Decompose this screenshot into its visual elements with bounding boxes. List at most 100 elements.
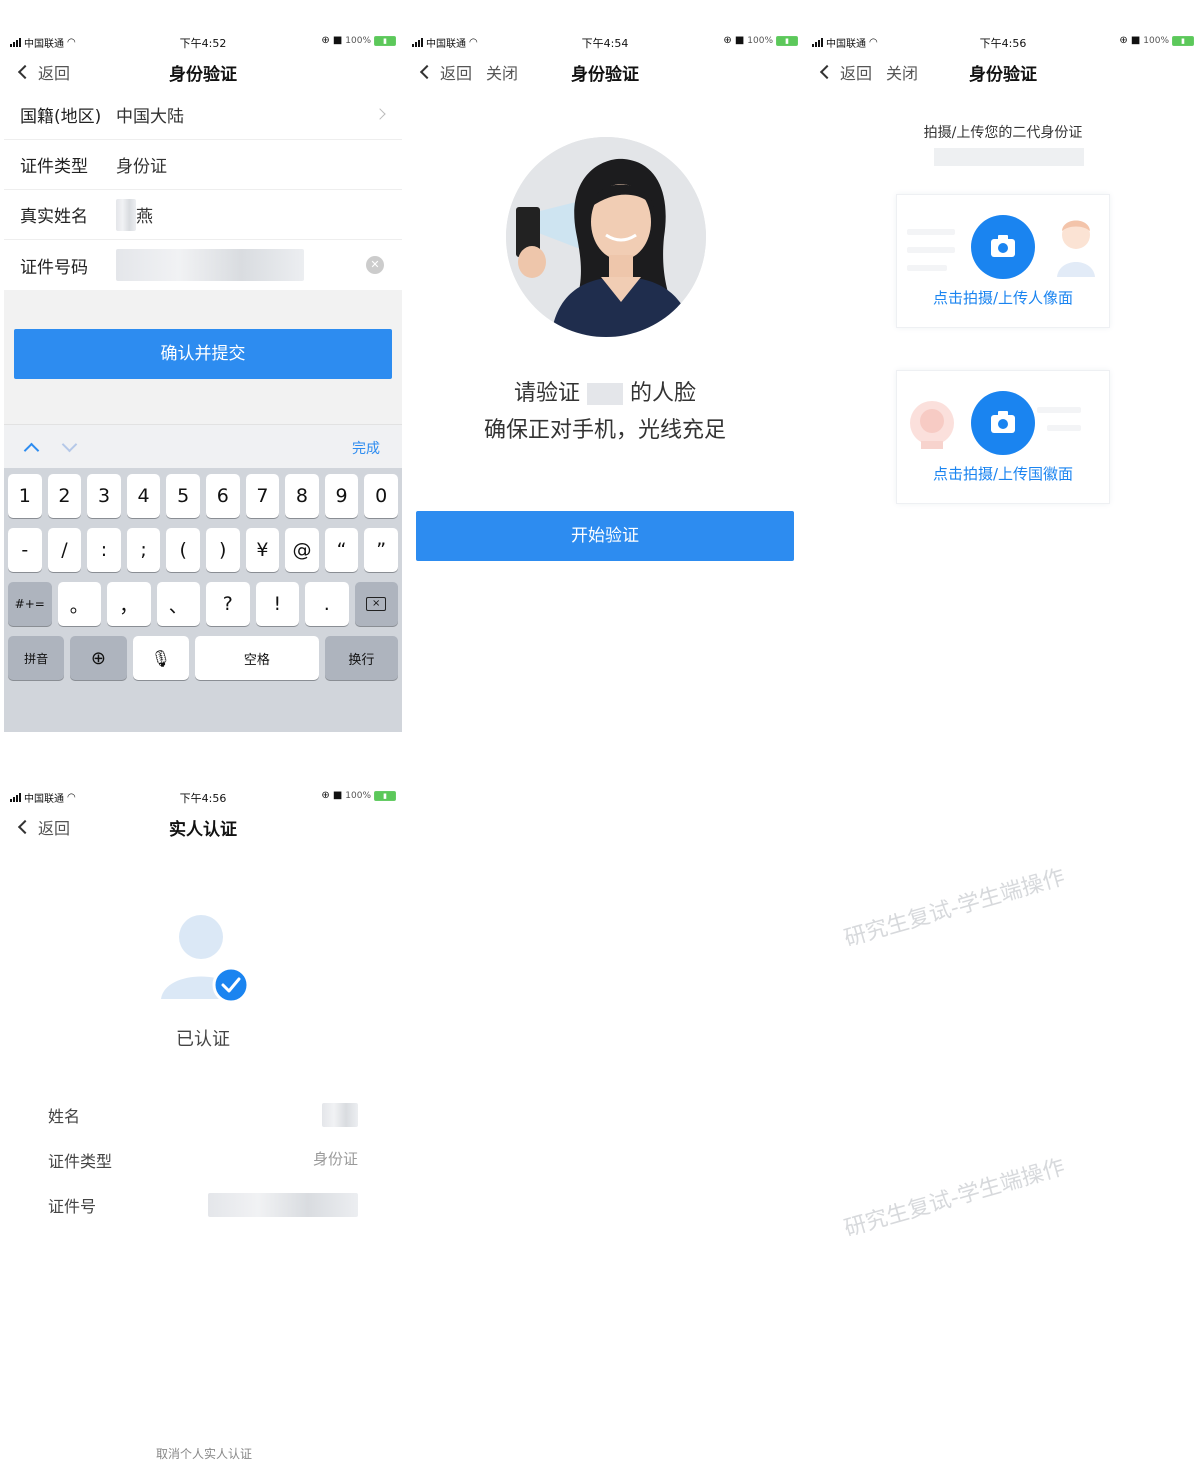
backspace-icon: × xyxy=(366,597,387,611)
lock-rotation-icon: ⊕ xyxy=(723,35,732,46)
status-bar: 中国联通 ◠ 下午4:56 ⊕ ■ 100% ▮ xyxy=(806,30,1200,54)
woman-with-phone-image xyxy=(506,137,706,337)
key-row1-5[interactable]: 6 xyxy=(205,474,240,518)
key-backspace[interactable]: × xyxy=(354,582,398,626)
key-row2-8[interactable]: “ xyxy=(324,528,359,572)
id-type-label: 证件类型 xyxy=(20,157,88,177)
id-number-row[interactable]: 证件号码 ✕ xyxy=(4,240,402,290)
battery-icon: ▮ xyxy=(374,35,396,46)
emblem-camera-button[interactable] xyxy=(971,391,1035,455)
id-number-label: 证件号 xyxy=(48,1197,97,1216)
phone-screen-verified: 中国联通 ◠ 下午4:56 ⊕ ■ 100% ▮ 返回 实人认证 已认证 姓名 证件类型… xyxy=(4,785,402,1465)
status-bar: 中国联通 ◠ 下午4:54 ⊕ ■ 100% ▮ xyxy=(406,30,804,54)
close-button[interactable]: 关闭 xyxy=(486,60,518,84)
lock-rotation-icon: ⊕ xyxy=(1119,35,1128,46)
id-type-value: 身份证 xyxy=(116,157,167,177)
real-name-value: 燕 xyxy=(136,207,153,227)
mic-icon: 🎙 xyxy=(150,648,171,668)
key-row2-0[interactable]: - xyxy=(8,528,42,572)
back-label: 返回 xyxy=(440,64,473,83)
portrait-side-card[interactable]: 点击拍摄/上传人像面 xyxy=(896,194,1110,328)
phone-screen-id-upload: 中国联通 ◠ 下午4:56 ⊕ ■ 100% ▮ 返回 关闭 身份验证 拍摄/上传您的二代… xyxy=(806,30,1200,738)
chevron-right-icon xyxy=(374,108,386,120)
portrait-camera-button[interactable] xyxy=(971,215,1035,279)
key-row3-0[interactable]: #+= xyxy=(8,582,52,626)
real-name-row[interactable]: 真实姓名 燕 xyxy=(4,190,402,240)
nationality-row[interactable]: 国籍(地区) 中国大陆 xyxy=(4,90,402,140)
battery-percent: 100% xyxy=(345,35,371,46)
key-row1-4[interactable]: 5 xyxy=(166,474,200,518)
alarm-icon: ■ xyxy=(332,790,343,801)
phone-screen-face-verify: 中国联通 ◠ 下午4:54 ⊕ ■ 100% ▮ 返回 关闭 身份验证 请验证 的人脸 确… xyxy=(406,30,804,738)
key-pinyin[interactable]: 拼音 xyxy=(8,636,65,680)
battery-percent: 100% xyxy=(747,35,773,46)
battery-percent: 100% xyxy=(1143,35,1169,46)
key-row1-1[interactable]: 2 xyxy=(47,474,82,518)
user-avatar-icon xyxy=(161,915,250,1004)
key-row2-5[interactable]: ) xyxy=(205,528,240,572)
status-bar: 中国联通 ◠ 下午4:52 ⊕ ■ 100% ▮ xyxy=(4,30,402,54)
back-button[interactable]: 返回 关闭 xyxy=(819,60,918,84)
keyboard: 1234567890 - /:;() ¥ @ “” #+=。，、?!. × 拼音 ⊕ 🎙 … xyxy=(4,468,402,732)
portrait-upload-label[interactable]: 点击拍摄/上传人像面 xyxy=(897,287,1109,308)
face-illustration xyxy=(506,137,706,337)
globe-icon: ⊕ xyxy=(90,647,107,669)
confirm-submit-button[interactable]: 确认并提交 xyxy=(14,329,392,379)
key-row2-1[interactable]: / xyxy=(47,528,82,572)
back-button[interactable]: 返回 xyxy=(17,60,71,84)
key-row2-3[interactable]: ; xyxy=(126,528,161,572)
back-button[interactable]: 返回 关闭 xyxy=(419,60,518,84)
next-field-icon[interactable] xyxy=(61,436,78,453)
key-row1-3[interactable]: 4 xyxy=(126,474,161,518)
back-label: 返回 xyxy=(840,64,873,83)
back-label: 返回 xyxy=(38,64,71,83)
clear-icon[interactable]: ✕ xyxy=(366,256,384,274)
key-row3-2[interactable]: ， xyxy=(107,582,151,626)
key-row1-7[interactable]: 8 xyxy=(285,474,319,518)
blurred-name-part xyxy=(116,198,136,231)
key-space[interactable]: 空格 xyxy=(194,636,319,680)
key-row1-6[interactable]: 7 xyxy=(245,474,280,518)
id-type-label: 证件类型 xyxy=(48,1152,113,1171)
key-row3-4[interactable]: ? xyxy=(206,582,250,626)
start-verify-button[interactable]: 开始验证 xyxy=(416,511,794,561)
nav-bar: 返回 身份验证 xyxy=(4,54,402,90)
key-row1-2[interactable]: 3 xyxy=(87,474,121,518)
key-mic[interactable]: 🎙 xyxy=(132,636,189,680)
battery-icon: ▮ xyxy=(374,790,396,801)
key-return[interactable]: 换行 xyxy=(324,636,399,680)
name-row: 姓名 xyxy=(48,1099,358,1129)
key-row3-5[interactable]: ! xyxy=(255,582,299,626)
key-row3-6[interactable]: . xyxy=(305,582,349,626)
id-type-row[interactable]: 证件类型 身份证 xyxy=(4,140,402,190)
back-button[interactable]: 返回 xyxy=(17,815,70,839)
close-button[interactable]: 关闭 xyxy=(886,60,918,84)
back-chevron-icon xyxy=(419,64,435,80)
nationality-label: 国籍(地区) xyxy=(20,107,102,127)
key-row1-0[interactable]: 1 xyxy=(8,474,42,518)
key-row1-9[interactable]: 0 xyxy=(364,474,398,518)
watermark: 研究生复试-学生端操作 xyxy=(841,864,1068,952)
key-row2-7[interactable]: @ xyxy=(285,528,319,572)
phone-screen-identity-form: 中国联通 ◠ 下午4:52 ⊕ ■ 100% ▮ 返回 身份验证 国籍(地区) 中国大陆… xyxy=(4,30,402,738)
previous-field-icon[interactable] xyxy=(23,442,40,459)
keyboard-done-button[interactable]: 完成 xyxy=(352,438,380,458)
blurred-id-number xyxy=(208,1193,358,1217)
cancel-verification-link[interactable]: 取消个人实人认证 xyxy=(4,1445,402,1462)
key-row3-1[interactable]: 。 xyxy=(57,582,101,626)
key-row1-8[interactable]: 9 xyxy=(324,474,359,518)
key-row2-9[interactable]: ” xyxy=(364,528,398,572)
id-type-value: 身份证 xyxy=(312,1150,358,1168)
emblem-side-card[interactable]: 点击拍摄/上传国徽面 xyxy=(896,370,1110,504)
back-chevron-icon xyxy=(17,819,33,835)
emblem-upload-label[interactable]: 点击拍摄/上传国徽面 xyxy=(897,463,1109,484)
battery-icon: ▮ xyxy=(1172,35,1194,46)
key-row2-4[interactable]: ( xyxy=(166,528,200,572)
key-globe[interactable]: ⊕ xyxy=(70,636,127,680)
key-row2-2[interactable]: : xyxy=(87,528,121,572)
alarm-icon: ■ xyxy=(1130,35,1141,46)
blurred-name-value xyxy=(322,1103,358,1127)
key-row2-6[interactable]: ¥ xyxy=(245,528,280,572)
keyboard-toolbar: 完成 xyxy=(4,424,402,468)
key-row3-3[interactable]: 、 xyxy=(156,582,200,626)
